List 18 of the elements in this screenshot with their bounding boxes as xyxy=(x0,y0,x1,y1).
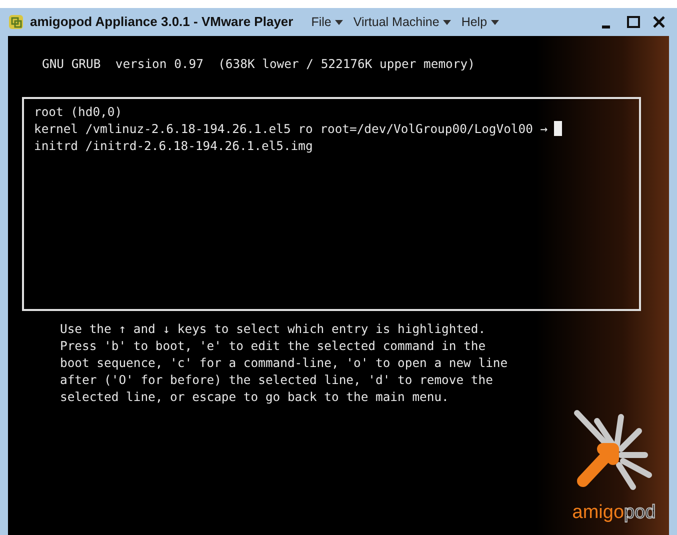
caret-icon xyxy=(443,20,452,24)
app-icon xyxy=(8,14,24,30)
window-title: amigopod Appliance 3.0.1 - VMware Player xyxy=(30,13,294,32)
logo-text: amigopod xyxy=(572,500,656,524)
grub-header: GNU GRUB version 0.97 (638K lower / 522176K upper memory) xyxy=(41,56,476,73)
caret-icon xyxy=(491,20,500,24)
command-line: initrd /initrd-2.6.18-194.26.1.el5.img xyxy=(34,139,313,154)
menu-button[interactable]: Virtual Machine xyxy=(351,12,454,32)
help-text: selected line, or escape to go back to the main menu. xyxy=(60,389,450,406)
caret-icon xyxy=(335,20,344,24)
help-text: after ('O' for before) the selected line, 'd' to remove the xyxy=(60,372,494,390)
command-line: kernel /vmlinuz-2.6.18-194.26.1.el5 ro root=/dev/VolGroup00/LogVol00 → xyxy=(34,122,548,136)
help-text: Use the ↑ and ↓ keys to select which entry is highlighted. xyxy=(60,321,487,338)
menu-button[interactable]: Help xyxy=(459,12,502,32)
help-text: boot sequence, 'c' for a command-line, 'o' to open a new line xyxy=(60,355,509,372)
command-line: root (hd0,0) xyxy=(34,105,122,120)
help-text: Press 'b' to boot, 'e' to edit the selected command in the xyxy=(60,338,487,356)
menu-button[interactable]: File xyxy=(309,12,346,32)
